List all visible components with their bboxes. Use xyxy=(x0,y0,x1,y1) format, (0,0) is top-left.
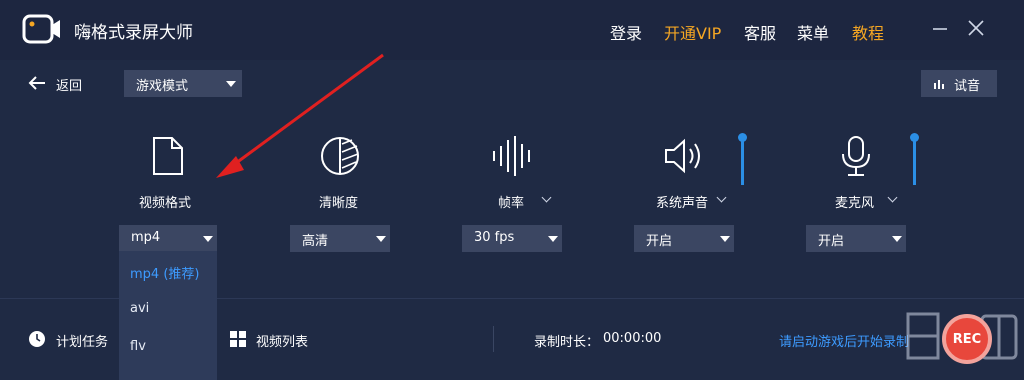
chevron-down-icon xyxy=(720,236,730,242)
frame-rate-value: 30 fps xyxy=(474,230,515,245)
video-format-value: mp4 xyxy=(131,230,161,245)
system-sound-select[interactable]: 开启 xyxy=(634,225,734,252)
chevron-down-icon xyxy=(892,236,902,242)
mode-select[interactable]: 游戏模式 xyxy=(124,70,242,97)
chevron-down-icon xyxy=(203,236,213,242)
start-game-hint-link[interactable]: 请启动游戏后开始录制 xyxy=(779,331,909,350)
clarity-label: 清晰度 xyxy=(319,196,359,211)
video-format-label: 视频格式 xyxy=(139,196,192,211)
login-link[interactable]: 登录 xyxy=(610,20,642,44)
camera-logo-icon xyxy=(22,14,60,44)
frame-rate-select[interactable]: 30 fps xyxy=(462,225,562,252)
record-button-label: REC xyxy=(952,331,982,347)
vertical-divider xyxy=(493,326,494,352)
dropdown-option-flv[interactable]: flv xyxy=(130,339,146,354)
audio-bars-icon xyxy=(934,80,944,89)
system-sound-value: 开启 xyxy=(646,234,673,249)
duration-label: 录制时长： xyxy=(534,335,600,350)
microphone-icon xyxy=(842,136,870,176)
microphone-label: 麦克风 xyxy=(835,196,875,211)
duration-value: 00:00:00 xyxy=(603,331,662,346)
clarity-value: 高清 xyxy=(302,234,329,249)
file-icon xyxy=(153,137,183,175)
app-title: 嗨格式录屏大师 xyxy=(74,23,193,43)
speaker-icon xyxy=(665,138,700,174)
schedule-task-button[interactable]: 计划任务 xyxy=(56,331,108,350)
chevron-down-icon xyxy=(226,81,236,87)
title-bar: 嗨格式录屏大师 登录 开通VIP 客服 菜单 教程 xyxy=(0,0,1024,60)
audition-button[interactable]: 试音 xyxy=(921,70,997,97)
dropdown-option-avi[interactable]: avi xyxy=(130,301,149,316)
microphone-value: 开启 xyxy=(818,234,845,249)
microphone-select[interactable]: 开启 xyxy=(806,225,906,252)
back-button[interactable]: 返回 xyxy=(56,75,82,94)
frame-rate-label: 帧率 xyxy=(498,196,525,211)
close-icon[interactable] xyxy=(964,16,988,40)
chevron-down-icon[interactable] xyxy=(716,192,727,203)
record-button[interactable]: REC xyxy=(942,314,992,364)
microphone-volume-slider[interactable] xyxy=(910,133,919,185)
chevron-down-icon xyxy=(376,236,386,242)
chevron-down-icon xyxy=(548,236,558,242)
slider-knob[interactable] xyxy=(910,133,919,142)
waveform-icon xyxy=(493,136,530,176)
minimize-icon[interactable] xyxy=(928,16,952,40)
chevron-down-icon[interactable] xyxy=(887,192,898,203)
clock-icon[interactable] xyxy=(28,330,46,348)
dropdown-option-mp4[interactable]: mp4 (推荐) xyxy=(130,263,199,282)
mode-select-value: 游戏模式 xyxy=(136,79,189,94)
slider-knob[interactable] xyxy=(738,133,747,142)
customer-service-link[interactable]: 客服 xyxy=(744,20,776,44)
system-volume-slider[interactable] xyxy=(738,133,747,185)
tutorial-link[interactable]: 教程 xyxy=(852,20,884,44)
format-dropdown-list: mp4 (推荐) avi flv xyxy=(119,251,217,380)
clarity-select[interactable]: 高清 xyxy=(290,225,390,252)
menu-link[interactable]: 菜单 xyxy=(797,20,829,44)
video-format-select[interactable]: mp4 xyxy=(119,225,217,252)
audition-label: 试音 xyxy=(954,79,981,94)
system-sound-label: 系统声音 xyxy=(656,196,709,211)
chevron-down-icon[interactable] xyxy=(541,192,552,203)
contrast-icon xyxy=(321,137,359,175)
video-list-button[interactable]: 视频列表 xyxy=(256,331,308,350)
grid-icon[interactable] xyxy=(229,330,247,348)
vip-link[interactable]: 开通VIP xyxy=(664,20,721,44)
back-arrow-icon[interactable] xyxy=(27,73,47,93)
